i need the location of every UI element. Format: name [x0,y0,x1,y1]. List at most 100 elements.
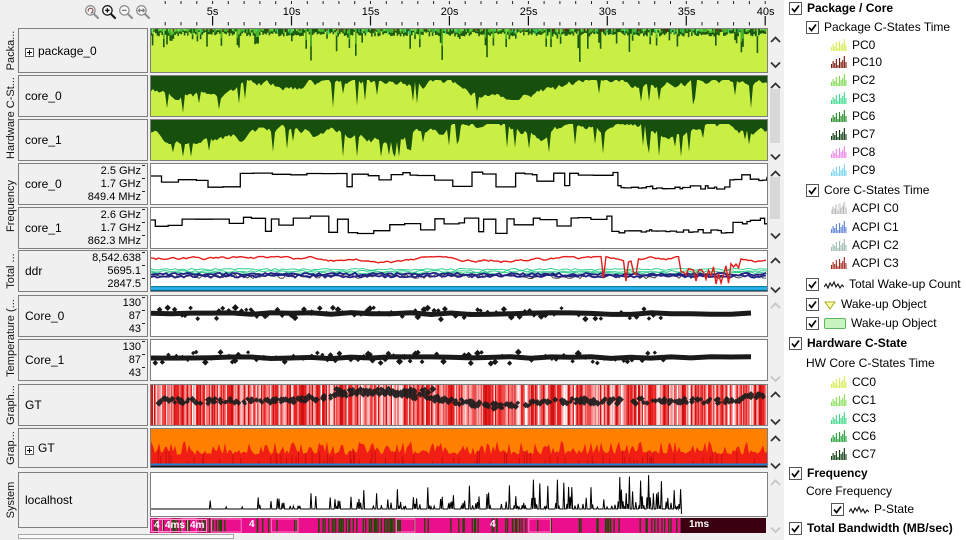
row-label-Core_0[interactable]: Core_0 130 87 43 [18,295,148,337]
row-group-label: Packa... [5,30,17,71]
scroll-down-button[interactable] [769,370,782,383]
row-label-text: package_0 [25,44,97,58]
scroll-up-button[interactable] [769,474,782,486]
chart-ddr[interactable] [150,250,768,292]
chart-cstate[interactable] [150,119,768,161]
zoom-reset-icon[interactable] [135,4,151,20]
scroll-down-button[interactable] [769,281,782,294]
scroll-down-button[interactable] [769,521,782,534]
label: 5695.1 [107,265,141,277]
legend-checkbox[interactable] [806,183,819,197]
legend-checkbox[interactable] [806,20,819,34]
scrollbar-thumb[interactable] [770,177,780,219]
legend-checkbox[interactable] [789,521,802,535]
scale-tick [142,354,145,361]
histogram-icon [831,74,847,86]
label: 1.7 GHz [100,178,141,190]
legend-checkbox[interactable] [806,277,819,291]
legend-item-label: PC10 [852,55,883,69]
row-scale-value: 849.4 MHz [88,191,145,203]
zoom-out-icon[interactable] [118,4,134,20]
chart-gt2[interactable] [150,428,768,468]
expand-icon[interactable] [25,46,34,57]
row-group-label: Hardware C-St... [5,77,17,159]
scroll-up-button[interactable] [769,31,782,43]
time-axis[interactable]: 5s 10s 15s 20s 25s 30s 35s 40s [150,0,774,26]
bar-label: 4ms [162,519,189,532]
legend-checkbox[interactable] [789,336,802,350]
row-label-GT[interactable]: GT [18,428,148,468]
row-label-text: core_0 [25,177,62,191]
legend-checkbox[interactable] [789,1,802,15]
row-label: Core_1 [25,353,65,367]
axis-tick-label: 40s [756,6,775,18]
scroll-up-button[interactable] [769,77,782,89]
legend-item-core-c-states-time: Core C-States Time [806,182,929,198]
event-duration-bar[interactable]: 4 4ms 4m 4 4 1ms [150,518,766,533]
legend-checkbox[interactable] [806,297,819,311]
histogram-icon [831,394,847,406]
chart-freq[interactable] [150,207,768,249]
row-label-GT[interactable]: GT [18,384,148,426]
histogram-icon [831,412,847,424]
legend-item-pc7: PC7 [831,126,875,142]
bar-label: 4m [187,519,208,532]
bar-label: 4 [490,519,496,530]
row-label-Core_1[interactable]: Core_1 130 87 43 [18,339,148,381]
legend-item-cc6: CC6 [831,428,876,444]
legend-item-cc1: CC1 [831,392,876,408]
legend-item-label: CC1 [852,393,877,407]
legend-checkbox[interactable] [806,316,819,330]
row-label-core_1[interactable]: core_1 [18,119,148,161]
row-group-label: Frequency [5,180,17,232]
legend-checkbox[interactable] [789,466,802,480]
scroll-down-button[interactable] [769,413,782,426]
scroll-up-button[interactable] [769,297,782,309]
row-label-ddr[interactable]: ddr 8,542.638 5695.1 2847.5 [18,250,148,292]
histogram-icon [831,92,847,104]
chart-host[interactable] [150,472,768,517]
zoom-back-icon[interactable] [84,4,100,20]
row-label-package_0[interactable]: package_0 [18,28,148,73]
scroll-down-button[interactable] [769,148,782,161]
row-label-core_0[interactable]: core_0 [18,75,148,117]
legend-item-label: PC2 [852,73,876,87]
legend-item-label: P-State [874,502,915,516]
chart-temp[interactable] [150,339,768,381]
scroll-down-button[interactable] [769,227,782,240]
expand-icon[interactable] [25,444,34,455]
scroll-up-button[interactable] [769,252,782,264]
legend-item-label: Hardware C-State [807,336,908,350]
label: 2.5 GHz [100,165,141,177]
scroll-up-button[interactable] [769,430,782,442]
legend-item-label: ACPI C0 [852,201,899,215]
legend-checkbox[interactable] [831,502,844,516]
legend-item-label: Core C-States Time [824,183,930,197]
scroll-up-button[interactable] [769,165,782,177]
zoom-in-icon[interactable] [101,4,117,20]
legend-item-wake-up-object: Wake-up Object [806,296,927,312]
chart-cstate[interactable] [150,75,768,117]
histogram-icon [831,146,847,158]
legend-item-frequency: Frequency [789,465,868,481]
scroll-up-button[interactable] [769,386,782,398]
row-label-core_1[interactable]: core_1 2.6 GHz 1.7 GHz 862.3 MHz [18,207,148,249]
horizontal-scrollbar-stub[interactable] [18,534,234,539]
scrollbar-thumb[interactable] [770,89,780,143]
row-label-core_0[interactable]: core_0 2.5 GHz 1.7 GHz 849.4 MHz [18,163,148,205]
scale-tick [142,278,145,285]
histogram-icon [831,376,847,388]
chart-pkg[interactable] [150,28,768,73]
scroll-down-button[interactable] [769,457,782,470]
row-scale-value: 1.7 GHz [101,222,145,234]
scroll-down-button[interactable] [769,56,782,69]
axis-tick-label: 20s [440,6,459,18]
row-label-localhost[interactable]: localhost [18,472,148,528]
row-scale-value: 130 [123,297,145,309]
chart-freq[interactable] [150,163,768,205]
chart-temp[interactable] [150,295,768,337]
row-label-text: core_0 [25,89,62,103]
histogram-icon [831,239,847,251]
legend-item-label: HW Core C-States Time [806,356,935,370]
chart-gt1[interactable] [150,384,768,426]
